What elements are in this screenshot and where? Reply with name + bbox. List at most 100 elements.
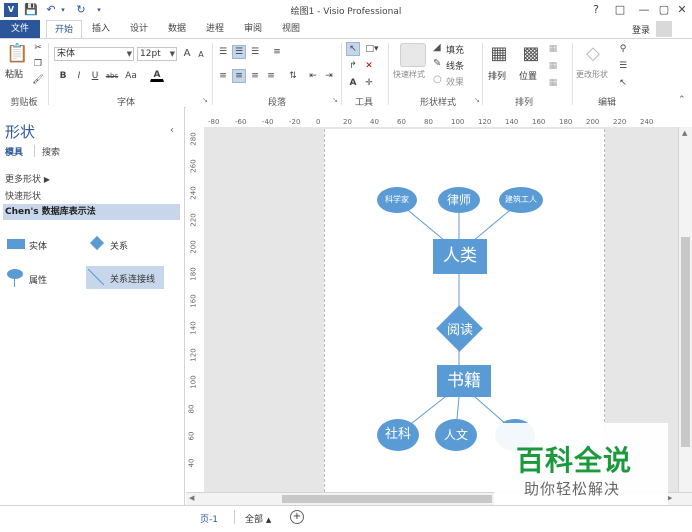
master-entity[interactable]: 实体: [5, 237, 85, 253]
arrange-button[interactable]: 排列: [488, 69, 506, 82]
dialog-launcher-icon[interactable]: ↘: [202, 96, 208, 104]
order-icon[interactable]: ▦: [546, 76, 560, 90]
tab-review[interactable]: 审阅: [236, 20, 270, 38]
tab-process[interactable]: 进程: [198, 20, 232, 38]
line-icon[interactable]: ✎: [433, 58, 441, 70]
quick-styles-icon[interactable]: [400, 43, 426, 67]
dialog-launcher-icon[interactable]: ↘: [332, 96, 338, 104]
change-shape-icon[interactable]: ◇: [582, 43, 604, 65]
align-shapes-icon[interactable]: ▦: [546, 42, 560, 56]
stencil-chens-database[interactable]: Chen's 数据库表示法: [3, 204, 180, 220]
all-pages-button[interactable]: 全部 ▲: [245, 512, 271, 525]
text-tool-icon[interactable]: A: [346, 76, 360, 90]
tab-search[interactable]: 搜索: [42, 145, 60, 158]
group-icon[interactable]: ▦: [546, 59, 560, 73]
chevron-down-icon: ▼: [126, 50, 132, 58]
dialog-launcher-icon[interactable]: ↘: [474, 96, 480, 104]
justify-icon[interactable]: ≡: [264, 69, 278, 83]
underline-icon[interactable]: U: [88, 69, 102, 83]
increase-indent-icon[interactable]: ⇥: [322, 69, 336, 83]
tab-stencils[interactable]: 模具: [5, 145, 23, 158]
attribute-scientist[interactable]: 科学家: [377, 187, 417, 213]
delete-icon[interactable]: ✕: [362, 59, 376, 73]
find-icon[interactable]: ⚲: [616, 42, 630, 56]
text-direction-icon[interactable]: ⇅: [286, 69, 300, 83]
bullets-icon[interactable]: ≡: [270, 45, 284, 59]
fill-icon[interactable]: ◢: [433, 42, 441, 54]
close-button[interactable]: ✕: [674, 3, 690, 17]
master-connector[interactable]: 关系连接线: [86, 266, 164, 289]
ruler-tick-label: 120: [478, 118, 492, 126]
scrollbar-thumb[interactable]: [282, 495, 492, 503]
attribute-lawyer[interactable]: 律师: [438, 187, 480, 213]
strikethrough-icon[interactable]: abc: [103, 69, 121, 83]
rectangle-tool-icon[interactable]: □▾: [362, 42, 382, 56]
tab-view[interactable]: 视图: [274, 20, 308, 38]
add-page-icon[interactable]: +: [290, 510, 304, 524]
paste-icon[interactable]: 📋: [6, 43, 28, 65]
minimize-button[interactable]: —: [636, 3, 652, 17]
fill-button[interactable]: 填充: [446, 43, 464, 56]
entity-book[interactable]: 书籍: [437, 365, 491, 397]
quick-styles-button[interactable]: 快速样式: [393, 69, 425, 80]
ribbon-display-button[interactable]: □: [612, 3, 628, 17]
connector-tool-icon[interactable]: ↱: [346, 59, 360, 73]
line-button[interactable]: 线条: [446, 59, 464, 72]
scroll-up-icon[interactable]: ▲: [682, 129, 687, 137]
font-name-combo[interactable]: 宋体 ▼: [54, 47, 134, 61]
maximize-button[interactable]: ▢: [656, 3, 672, 17]
login-link[interactable]: 登录: [632, 23, 650, 36]
tab-home[interactable]: 开始: [46, 20, 83, 38]
align-middle-icon[interactable]: ☰: [232, 45, 246, 59]
pointer-tool-icon[interactable]: ↖: [346, 42, 360, 56]
effects-icon[interactable]: ○: [433, 74, 442, 86]
quick-shapes-link[interactable]: 快速形状: [5, 189, 41, 202]
align-center-icon[interactable]: ≡: [232, 69, 246, 83]
attribute-humanities[interactable]: 人文: [435, 419, 477, 451]
position-icon[interactable]: ▩: [520, 43, 542, 65]
page-tab-1[interactable]: 页-1: [200, 512, 218, 525]
entity-human[interactable]: 人类: [433, 239, 487, 274]
scrollbar-thumb[interactable]: [681, 237, 690, 447]
ruler-tick-label: 60: [187, 431, 196, 441]
select-icon[interactable]: ↖: [616, 76, 630, 90]
change-shape-button[interactable]: 更改形状: [576, 69, 608, 80]
connection-point-icon[interactable]: ✛: [362, 76, 376, 90]
tab-insert[interactable]: 插入: [84, 20, 118, 38]
format-painter-icon[interactable]: 🖌: [31, 73, 45, 87]
font-color-icon[interactable]: A: [150, 68, 164, 82]
font-size-value: 12pt: [140, 49, 161, 59]
tab-file[interactable]: 文件: [0, 20, 40, 38]
font-size-combo[interactable]: 12pt ▼: [137, 47, 177, 61]
collapse-ribbon-icon[interactable]: ⌃: [678, 95, 686, 105]
paste-button[interactable]: 粘贴: [5, 67, 23, 80]
align-top-icon[interactable]: ☰: [216, 45, 230, 59]
master-attribute[interactable]: 属性: [5, 267, 85, 289]
align-left-icon[interactable]: ≡: [216, 69, 230, 83]
layers-icon[interactable]: ☰: [616, 59, 630, 73]
help-button[interactable]: ?: [588, 3, 604, 17]
avatar[interactable]: [656, 21, 672, 37]
bold-icon[interactable]: B: [56, 69, 70, 83]
change-case-icon[interactable]: Aa: [122, 69, 140, 83]
position-button[interactable]: 位置: [519, 69, 537, 82]
more-shapes-link[interactable]: 更多形状 ▶: [5, 172, 50, 185]
master-relationship[interactable]: 关系: [88, 235, 168, 253]
italic-icon[interactable]: I: [72, 69, 86, 83]
decrease-indent-icon[interactable]: ⇤: [306, 69, 320, 83]
collapse-pane-icon[interactable]: ‹: [170, 125, 174, 136]
cut-icon[interactable]: ✂: [31, 41, 45, 55]
attribute-social[interactable]: 社科: [377, 419, 419, 451]
arrange-icon[interactable]: ▦: [488, 43, 510, 65]
effects-button[interactable]: 效果: [446, 75, 464, 88]
align-bottom-icon[interactable]: ☰: [248, 45, 262, 59]
copy-icon[interactable]: ❐: [31, 57, 45, 71]
shrink-font-icon[interactable]: A: [194, 48, 208, 62]
attribute-architect[interactable]: 建筑工人: [499, 187, 543, 213]
tab-data[interactable]: 数据: [160, 20, 194, 38]
grow-font-icon[interactable]: A: [180, 47, 194, 61]
tab-design[interactable]: 设计: [122, 20, 156, 38]
align-right-icon[interactable]: ≡: [248, 69, 262, 83]
vertical-scrollbar[interactable]: ▲: [678, 127, 692, 492]
scroll-left-icon[interactable]: ◀: [189, 494, 194, 502]
